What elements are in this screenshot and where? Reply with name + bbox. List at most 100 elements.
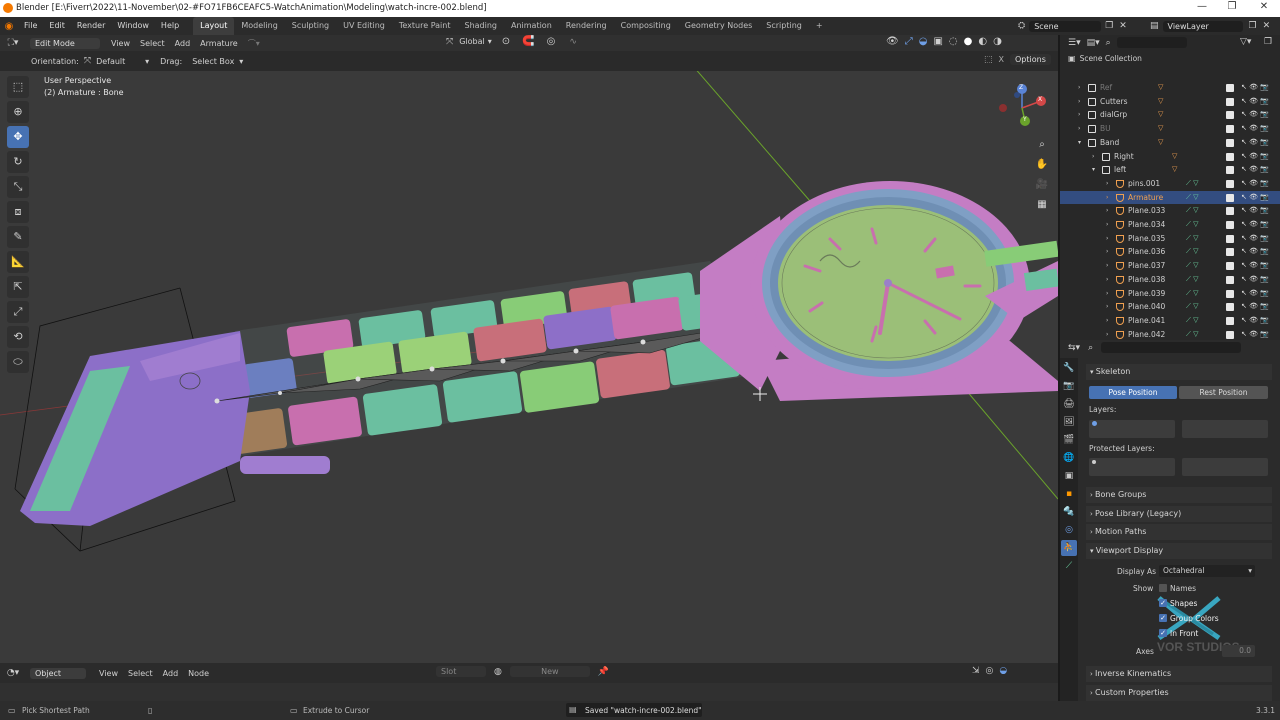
proportional-edit-icon[interactable]: ◎ [547,36,556,47]
visibility-toggles-icon[interactable]: ↖ 👁 📷 [1241,108,1269,122]
exclude-checkbox[interactable] [1226,97,1234,106]
group-colors-checkbox[interactable]: ✓ [1159,614,1167,622]
visibility-toggles-icon[interactable]: ↖ 👁 📷 [1241,232,1269,246]
exclude-checkbox[interactable] [1226,303,1234,312]
expand-chevron-icon[interactable]: › [1106,287,1108,301]
wireframe-shading-icon[interactable]: ◌ [949,36,958,47]
visibility-toggles-icon[interactable]: ↖ 👁 📷 [1241,95,1269,109]
3d-viewport[interactable]: User Perspective (2) Armature : Bone Z X… [0,71,1058,663]
new-view-layer-icon[interactable]: ❐ [1249,21,1257,31]
visibility-toggles-icon[interactable]: ↖ 👁 📷 [1241,273,1269,287]
skeleton-panel-header[interactable]: ▾ Skeleton [1086,364,1272,380]
backdrop-icon[interactable]: ◎ [986,666,994,676]
menu-window[interactable]: Window [111,17,155,35]
extrude-tool-icon[interactable]: ⇱ [7,276,29,298]
new-material-button[interactable]: New [509,666,590,677]
tab-texture-paint[interactable]: Texture Paint [392,17,458,35]
expand-chevron-icon[interactable]: › [1106,232,1108,246]
transform-orientation-selector[interactable]: Global [456,37,488,46]
minimize-button[interactable]: — [1188,1,1216,15]
bone-envelope-tool-icon[interactable]: ⬭ [7,351,29,373]
exclude-checkbox[interactable] [1226,275,1234,284]
overlay-bottom-icon[interactable]: ◒ [999,666,1007,676]
expand-chevron-icon[interactable]: › [1106,314,1108,328]
outliner-row-plane-041[interactable]: › Plane.041 ⟋ ▽ ↖ 👁 📷 [1060,314,1280,328]
exclude-checkbox[interactable] [1226,84,1234,92]
exclude-checkbox[interactable] [1226,138,1234,147]
pin-icon[interactable]: 📌 [598,667,609,677]
snap-options-icon[interactable]: ⌒▾ [243,38,265,49]
slot-selector[interactable]: Slot [436,666,486,677]
outliner-row-armature[interactable]: › Armature ⟋ ▽ ↖ 👁 📷 [1060,190,1280,205]
menu-node-bottom[interactable]: Node [183,669,214,678]
outliner-row-bu[interactable]: › BU ▽ ↖ 👁 📷 [1060,122,1280,136]
outliner-editor-icon[interactable]: ☰▾ [1068,38,1081,48]
mirror-icon[interactable]: ⬚ [984,55,993,65]
expand-chevron-icon[interactable]: › [1106,191,1108,205]
scene-selector[interactable]: Scene [1029,20,1102,32]
snap-icon[interactable]: 🧲 [522,36,534,47]
world-tab-icon[interactable]: 🌐 [1061,450,1077,466]
viewport-visibility-icon[interactable]: 👁 [886,36,899,47]
render-tab-icon[interactable]: 📷 [1061,378,1077,394]
x-axis-icon[interactable]: X [999,55,1004,64]
modifier-icon[interactable]: ⟋ ▽ [1186,204,1199,218]
outliner-row-plane-034[interactable]: › Plane.034 ⟋ ▽ ↖ 👁 📷 [1060,218,1280,232]
exclude-checkbox[interactable] [1226,234,1234,243]
save-report-banner[interactable]: ▤ Saved "watch-incre-002.blend" [566,703,702,717]
menu-view[interactable]: View [106,39,135,48]
outliner-row-right[interactable]: › Right ▽ ↖ 👁 📷 [1060,150,1280,164]
modifier-icon[interactable]: ▽ [1158,108,1163,122]
modifier-icon[interactable]: ▽ [1172,163,1177,177]
exclude-checkbox[interactable] [1226,207,1234,216]
pose-position-button[interactable]: Pose Position [1089,386,1177,399]
visibility-toggles-icon[interactable]: ↖ 👁 📷 [1241,122,1269,136]
motion-paths-panel-header[interactable]: › Motion Paths [1086,524,1272,540]
material-browse-icon[interactable]: ◍ [494,667,502,677]
visibility-toggles-icon[interactable]: ↖ 👁 📷 [1241,204,1269,218]
gizmo-toggle-icon[interactable]: ⤢ [905,36,913,47]
pose-library-panel-header[interactable]: › Pose Library (Legacy) [1086,506,1272,522]
expand-chevron-icon[interactable]: ▾ [1092,163,1095,177]
exclude-checkbox[interactable] [1226,166,1234,175]
menu-view-bottom[interactable]: View [94,669,123,678]
tab-modeling[interactable]: Modeling [234,17,284,35]
select-box-tool-icon[interactable]: ⬚ [7,76,29,98]
pan-hand-icon[interactable]: ✋ [1033,155,1051,175]
outliner-row-plane-033[interactable]: › Plane.033 ⟋ ▽ ↖ 👁 📷 [1060,204,1280,218]
view-layer-tab-icon[interactable]: 🖼 [1061,414,1077,430]
outliner-row-plane-039[interactable]: › Plane.039 ⟋ ▽ ↖ 👁 📷 [1060,287,1280,301]
visibility-toggles-icon[interactable]: ↖ 👁 📷 [1241,136,1269,150]
outliner-row-plane-036[interactable]: › Plane.036 ⟋ ▽ ↖ 👁 📷 [1060,245,1280,259]
measure-tool-icon[interactable]: 📐 [7,251,29,273]
view-layer-selector[interactable]: ViewLayer [1162,20,1243,32]
modifier-icon[interactable]: ⟋ ▽ [1186,232,1199,246]
expand-chevron-icon[interactable]: › [1106,273,1108,287]
in-front-checkbox[interactable]: ✓ [1159,629,1167,637]
modifier-icon[interactable]: ▽ [1158,122,1163,136]
outliner-row-plane-038[interactable]: › Plane.038 ⟋ ▽ ↖ 👁 📷 [1060,273,1280,287]
protected-layers-grid-left[interactable] [1089,458,1175,476]
exclude-checkbox[interactable] [1226,111,1234,120]
outliner-row-pins-001[interactable]: › pins.001 ⟋ ▽ ↖ 👁 📷 [1060,177,1280,191]
custom-properties-panel-header[interactable]: › Custom Properties [1086,685,1272,701]
delete-scene-icon[interactable]: ✕ [1119,21,1127,31]
navigation-gizmo[interactable]: Z X Y [995,81,1049,135]
menu-file[interactable]: File [18,17,43,35]
viewport-display-panel-header[interactable]: ▾ Viewport Display [1086,543,1272,559]
bone-tab-icon[interactable]: ⟋ [1061,558,1077,574]
expand-chevron-icon[interactable]: › [1078,108,1080,122]
pivot-point-icon[interactable]: ⊙ [502,36,510,47]
falloff-icon[interactable]: ∿ [569,37,577,47]
visibility-toggles-icon[interactable]: ↖ 👁 📷 [1241,191,1269,205]
tool-tab-icon[interactable]: 🔧 [1061,360,1077,376]
transform-tool-icon[interactable]: ⧈ [7,201,29,223]
axes-value-field[interactable]: 0.0 [1222,645,1255,657]
editor-type-icon[interactable]: ⛶▾ [0,38,26,48]
menu-edit[interactable]: Edit [43,17,71,35]
visibility-toggles-icon[interactable]: ↖ 👁 📷 [1241,218,1269,232]
rendered-shading-icon[interactable]: ◑ [993,36,1002,47]
exclude-checkbox[interactable] [1226,316,1234,325]
object-type-selector[interactable]: Object [30,667,86,679]
exclude-checkbox[interactable] [1226,248,1234,257]
